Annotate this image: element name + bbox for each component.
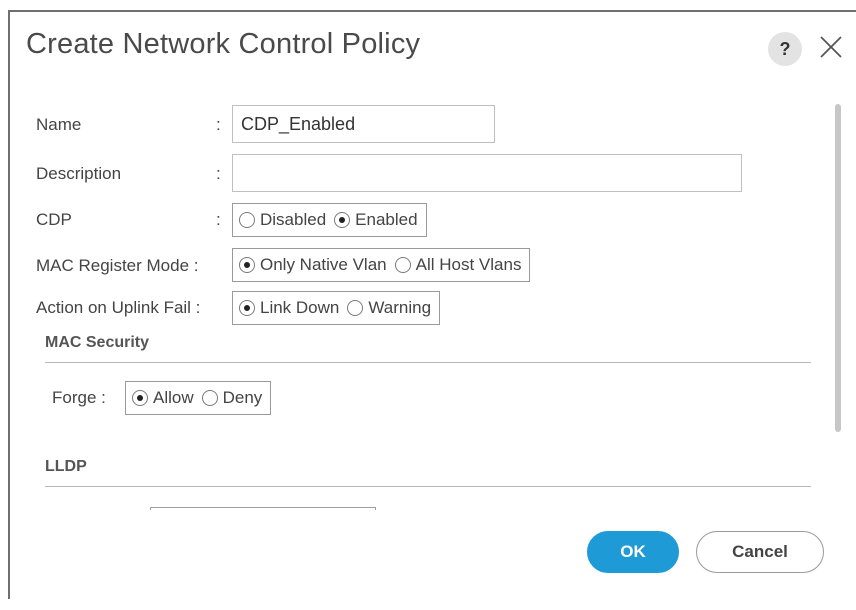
mac-register-mode-label: MAC Register Mode :	[36, 256, 199, 275]
help-button[interactable]: ?	[768, 32, 802, 66]
cdp-enabled-label: Enabled	[355, 210, 418, 229]
forge-radio-group: Allow Deny	[125, 381, 272, 415]
cdp-enabled-option[interactable]: Enabled	[334, 210, 418, 230]
action-on-uplink-fail-radio-group: Link Down Warning	[232, 291, 441, 325]
forge-deny-option[interactable]: Deny	[201, 388, 263, 408]
close-button[interactable]	[818, 34, 844, 60]
only-native-vlan-option[interactable]: Only Native Vlan	[239, 255, 387, 275]
link-down-radio[interactable]	[239, 300, 255, 316]
all-host-vlans-radio[interactable]	[394, 257, 411, 273]
forge-deny-label: Deny	[222, 388, 263, 407]
forge-deny-radio[interactable]	[201, 390, 218, 406]
name-input[interactable]: CDP_Enabled	[232, 105, 495, 143]
close-icon	[820, 36, 842, 58]
dialog-title: Create Network Control Policy	[26, 28, 421, 60]
cdp-disabled-radio[interactable]	[239, 212, 255, 228]
lldp-divider	[45, 486, 811, 487]
warning-option[interactable]: Warning	[347, 298, 431, 318]
all-host-vlans-label: All Host Vlans	[415, 255, 522, 274]
name-colon: :	[216, 115, 221, 134]
mac-security-heading: MAC Security	[45, 334, 150, 351]
description-label: Description	[36, 164, 122, 183]
only-native-vlan-radio[interactable]	[239, 257, 255, 273]
create-network-control-policy-dialog: Create Network Control Policy ? Name : C…	[8, 10, 856, 610]
name-label: Name	[36, 115, 82, 134]
forge-label: Forge :	[52, 388, 106, 407]
cancel-button[interactable]: Cancel	[696, 531, 824, 573]
forge-allow-radio[interactable]	[132, 390, 148, 406]
only-native-vlan-label: Only Native Vlan	[260, 255, 387, 274]
lldp-heading: LLDP	[45, 458, 87, 475]
ok-button[interactable]: OK	[587, 531, 679, 573]
forge-allow-option[interactable]: Allow	[132, 388, 194, 408]
link-down-option[interactable]: Link Down	[239, 298, 339, 318]
link-down-label: Link Down	[260, 298, 340, 317]
all-host-vlans-option[interactable]: All Host Vlans	[394, 255, 522, 275]
cdp-radio-group: Disabled Enabled	[232, 203, 427, 237]
scrollbar[interactable]	[835, 104, 841, 432]
warning-radio[interactable]	[347, 300, 364, 316]
cdp-disabled-label: Disabled	[260, 210, 327, 229]
action-on-uplink-fail-label: Action on Uplink Fail :	[36, 298, 201, 317]
cdp-label: CDP	[36, 210, 72, 229]
cdp-enabled-radio[interactable]	[334, 212, 351, 228]
description-colon: :	[216, 164, 221, 183]
cdp-colon: :	[216, 210, 221, 229]
mac-register-mode-radio-group: Only Native Vlan All Host Vlans	[232, 248, 531, 282]
forge-allow-label: Allow	[153, 388, 194, 407]
mac-security-divider	[45, 362, 811, 363]
warning-label: Warning	[368, 298, 432, 317]
description-input[interactable]	[232, 154, 742, 192]
cdp-disabled-option[interactable]: Disabled	[239, 210, 326, 230]
